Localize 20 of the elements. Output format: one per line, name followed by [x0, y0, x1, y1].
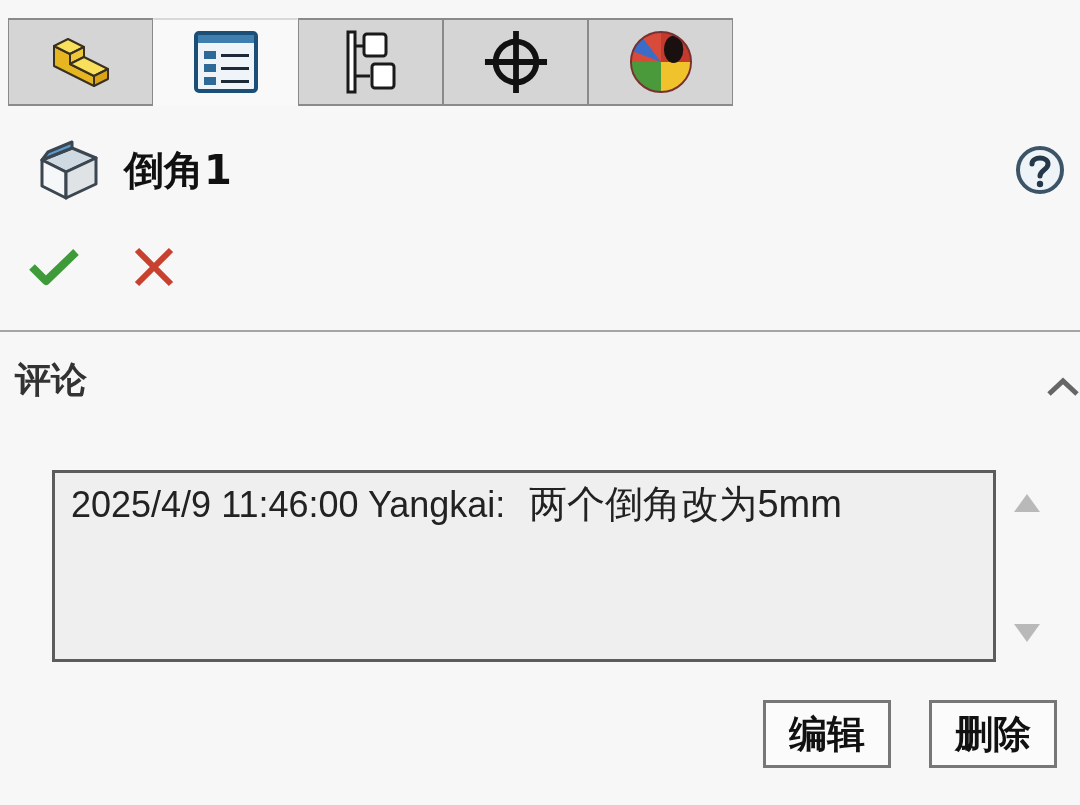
- panel-tab[interactable]: [443, 18, 588, 106]
- cube-icon: [38, 138, 100, 202]
- panel-tab[interactable]: [298, 18, 443, 106]
- comment-meta: 2025/4/9 11:46:00 Yangkai:: [71, 484, 506, 526]
- caret-up-icon[interactable]: [1046, 377, 1080, 397]
- sphere-icon: [628, 30, 693, 94]
- comments-field[interactable]: 2025/4/9 11:46:00 Yangkai: 两个倒角改为5mm: [52, 470, 996, 662]
- check-icon[interactable]: [28, 247, 80, 287]
- panel-tab[interactable]: [588, 18, 733, 106]
- feature-title: 倒角1: [124, 145, 232, 195]
- list-icon: [193, 31, 258, 93]
- tree-icon: [345, 30, 396, 94]
- edit-button[interactable]: 编辑: [763, 700, 891, 768]
- section-title: 评论: [15, 357, 87, 402]
- crosshair-icon: [483, 30, 548, 94]
- help-icon[interactable]: [1015, 145, 1065, 195]
- cross-icon[interactable]: [133, 246, 175, 288]
- comment-text: 两个倒角改为5mm: [529, 482, 842, 527]
- delete-button[interactable]: 删除: [929, 700, 1057, 768]
- panel-tab[interactable]: [8, 18, 153, 106]
